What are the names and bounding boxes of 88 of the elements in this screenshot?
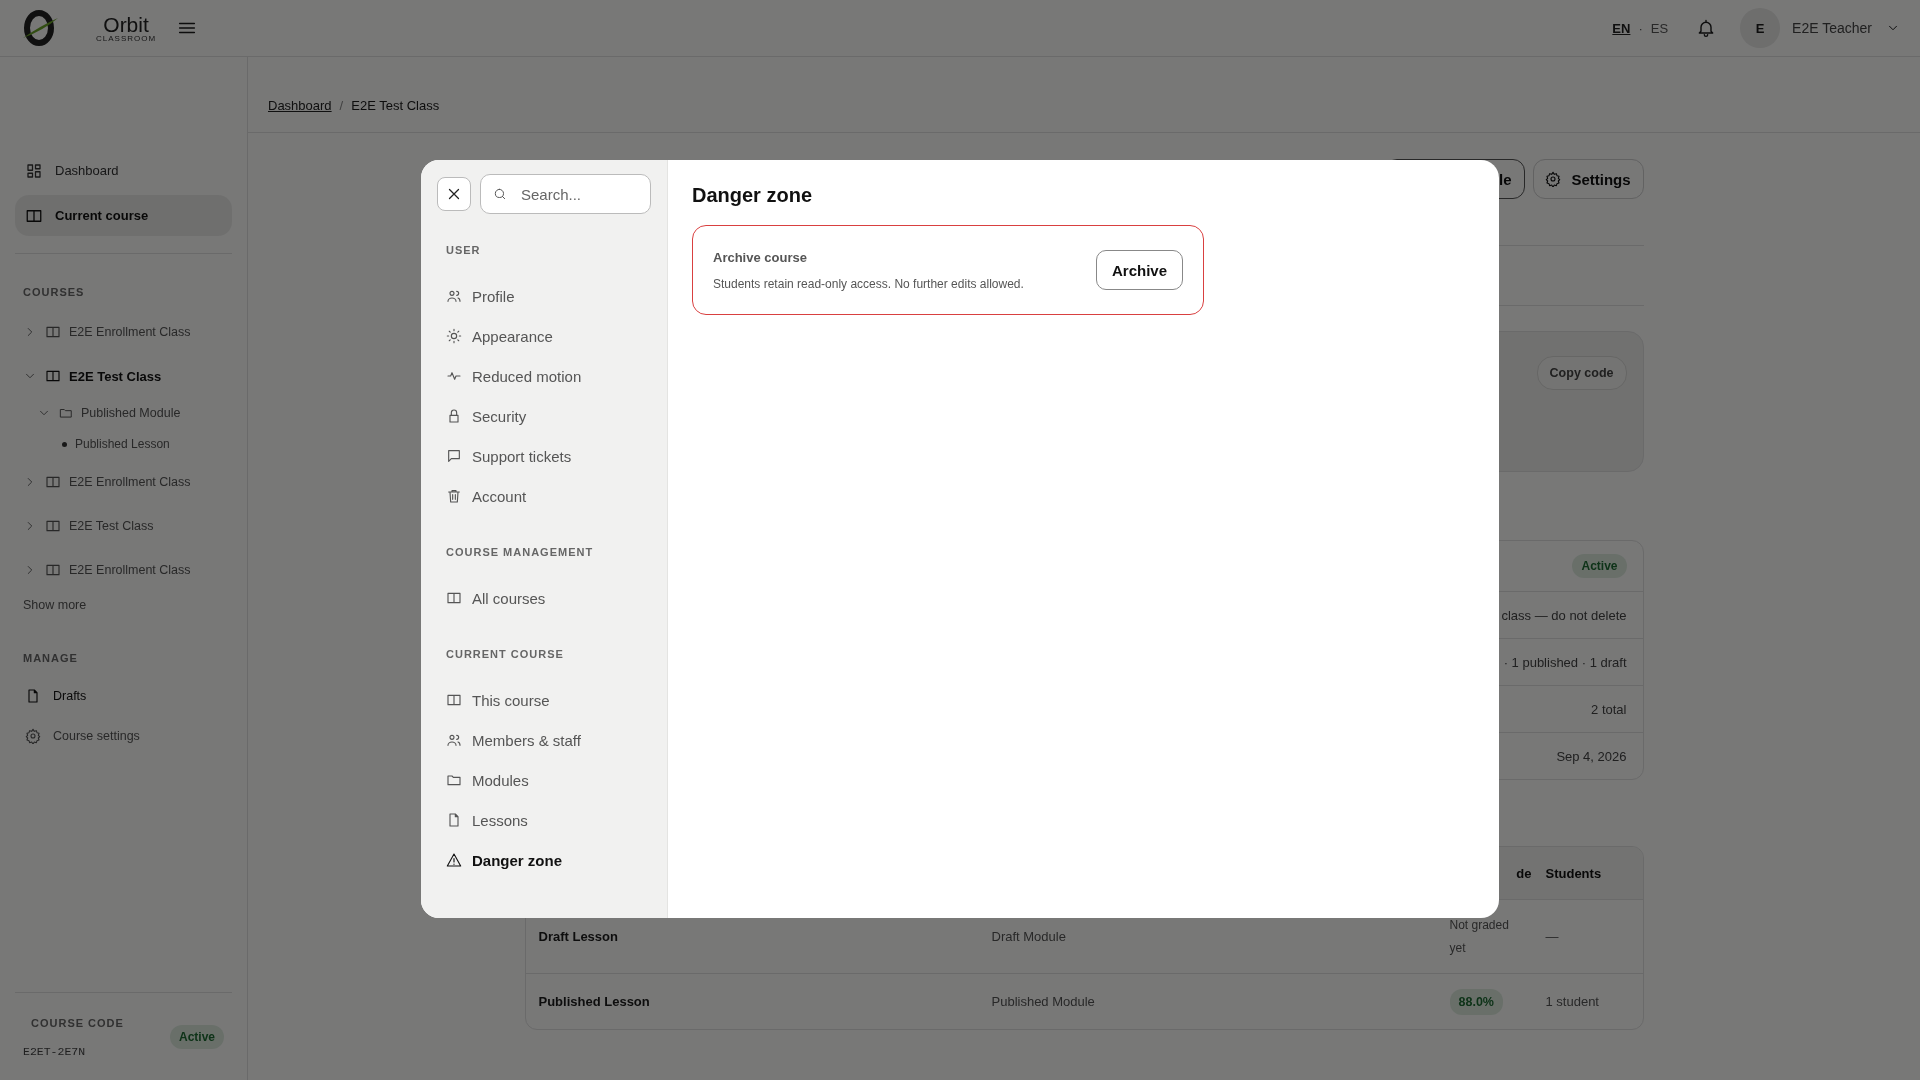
book-icon: [45, 474, 61, 490]
grade-badge: 88.0%: [1449, 988, 1503, 1015]
settings-menu-item[interactable]: Profile: [437, 276, 651, 316]
column-header: de: [1516, 865, 1532, 881]
trash-icon: [446, 488, 462, 504]
copy-code-button[interactable]: Copy code: [1536, 356, 1627, 390]
lock-icon: [446, 408, 462, 424]
action-description: Students retain read-only access. No further edits allowed.: [713, 276, 1024, 291]
section-heading: COURSES: [23, 286, 86, 298]
bullet-dot: [62, 441, 67, 447]
show-more-link[interactable]: Show more: [23, 598, 224, 612]
table-cell-text: Not graded yet: [1449, 916, 1510, 957]
brand-subtitle: CLASSROOM: [96, 34, 157, 43]
settings-menu-item[interactable]: Account: [437, 476, 651, 516]
module-tree-item[interactable]: Published Module: [59, 406, 181, 420]
language-link[interactable]: ES: [1650, 20, 1669, 36]
lesson-tree-item[interactable]: Published Lesson: [75, 437, 170, 451]
status-badge: Active: [1572, 554, 1627, 578]
section-heading: CURRENT COURSE: [446, 648, 565, 660]
language-link[interactable]: EN: [1612, 20, 1631, 36]
search-icon: [493, 187, 507, 201]
archive-button[interactable]: Archive: [1095, 250, 1183, 290]
sidebar-nav-item[interactable]: Dashboard: [15, 150, 232, 191]
settings-menu-item[interactable]: All courses: [437, 578, 651, 618]
settings-icon: [1545, 171, 1562, 187]
section-heading: COURSE CODE: [31, 1017, 124, 1029]
section-heading: USER: [446, 244, 482, 256]
settings-menu-item[interactable]: Appearance: [437, 316, 651, 356]
book-icon: [45, 518, 61, 534]
detail-value: · 1 published · 1 draft: [1503, 654, 1627, 670]
sidebar-nav-item[interactable]: Course settings: [15, 716, 232, 756]
sidebar-nav-item[interactable]: Current course: [15, 195, 232, 236]
header-button[interactable]: Settings: [1532, 159, 1644, 199]
column-header: Students: [1545, 865, 1602, 881]
book-icon: [45, 324, 61, 340]
action-title: Archive course: [713, 249, 808, 265]
settings-menu-item[interactable]: Reduced motion: [437, 356, 651, 396]
breadcrumb-separator: /: [339, 98, 344, 113]
course-tree-item[interactable]: E2E Enrollment Class: [45, 562, 191, 578]
user-name[interactable]: E2E Teacher: [1792, 20, 1872, 36]
file-icon: [446, 812, 462, 828]
brand-name: Orbit: [103, 13, 149, 35]
course-code: E2ET-2E7N: [23, 1045, 87, 1058]
folder-icon: [446, 772, 462, 788]
course-tree-item[interactable]: E2E Enrollment Class: [45, 324, 191, 340]
settings-menu-item[interactable]: Modules: [437, 760, 651, 800]
separator-dot: ·: [1638, 20, 1643, 36]
table-cell: Published Lesson: [538, 994, 650, 1009]
table-cell: 1 student: [1545, 994, 1599, 1009]
sun-icon: [446, 328, 462, 344]
course-tree-item[interactable]: E2E Enrollment Class: [45, 474, 191, 490]
settings-menu-item[interactable]: Support tickets: [437, 436, 651, 476]
book-icon: [45, 368, 61, 384]
file-icon: [25, 688, 41, 704]
settings-menu-item[interactable]: Members & staff: [437, 720, 651, 760]
breadcrumb-current: E2E Test Class: [351, 98, 440, 113]
book-icon: [446, 692, 462, 708]
people-icon: [446, 732, 462, 748]
people-icon: [446, 288, 462, 304]
settings-menu-item[interactable]: Lessons: [437, 800, 651, 840]
section-heading: MANAGE: [23, 652, 79, 664]
search-field[interactable]: Search...: [480, 174, 651, 214]
table-cell: —: [1545, 929, 1559, 944]
breadcrumb-link[interactable]: Dashboard: [268, 98, 332, 113]
close-button[interactable]: [437, 177, 471, 211]
settings-icon: [25, 728, 41, 744]
detail-value: Sep 4, 2026: [1556, 748, 1627, 764]
grid-icon: [25, 161, 43, 180]
book-icon: [446, 590, 462, 606]
book-icon: [45, 562, 61, 578]
status-badge: Active: [169, 1025, 224, 1049]
chat-bubble-icon: [446, 448, 462, 464]
avatar[interactable]: E: [1740, 8, 1781, 48]
course-tree-item[interactable]: E2E Test Class: [45, 368, 162, 384]
table-cell: Draft Lesson: [538, 929, 618, 944]
detail-value: class — do not delete: [1501, 607, 1627, 623]
warning-icon: [446, 852, 462, 868]
course-tree-item[interactable]: E2E Test Class: [45, 518, 154, 534]
section-heading: COURSE MANAGEMENT: [446, 546, 595, 558]
settings-menu-item[interactable]: Danger zone: [437, 840, 651, 880]
detail-value: 2 total: [1591, 701, 1627, 717]
settings-menu-item[interactable]: Security: [437, 396, 651, 436]
dialog-title: Danger zone: [692, 184, 814, 207]
table-cell: Draft Module: [991, 929, 1066, 944]
settings-menu-item[interactable]: This course: [437, 680, 651, 720]
folder-icon: [59, 406, 73, 420]
table-cell: Published Module: [991, 994, 1095, 1009]
sidebar-nav-item[interactable]: Drafts: [15, 676, 232, 716]
